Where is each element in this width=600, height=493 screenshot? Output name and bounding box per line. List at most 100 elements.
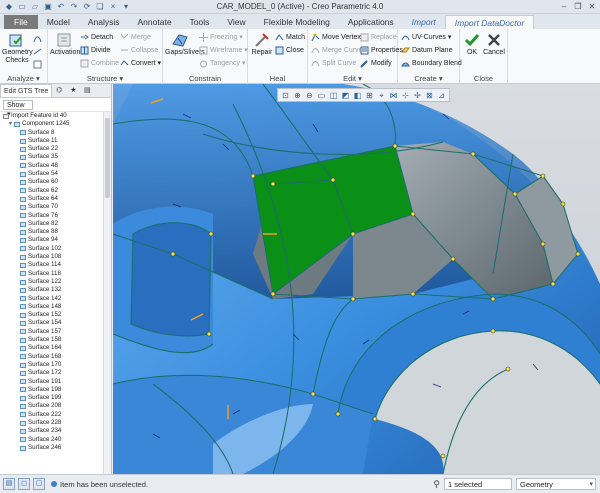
tab-flexible-modeling[interactable]: Flexible Modeling: [255, 15, 339, 29]
replace-button[interactable]: Replace: [360, 32, 397, 43]
tab-import[interactable]: Import: [403, 15, 445, 29]
tree-surface-item[interactable]: Surface 246: [0, 444, 104, 452]
tree-surface-item[interactable]: Surface 208: [0, 402, 104, 410]
convert-button[interactable]: Convert ▾: [120, 58, 161, 69]
tree-surface-item[interactable]: Surface 122: [0, 278, 104, 286]
tree-surface-item[interactable]: Surface 88: [0, 228, 104, 236]
windows-icon[interactable]: ❑: [95, 2, 105, 12]
cancel-button[interactable]: Cancel: [483, 32, 505, 57]
tree-surface-item[interactable]: Surface 228: [0, 419, 104, 427]
reorient-icon[interactable]: ◫: [328, 90, 339, 101]
merge-button[interactable]: Merge: [120, 32, 151, 43]
tree-surface-item[interactable]: Surface 142: [0, 295, 104, 303]
tree-surface-item[interactable]: Surface 164: [0, 344, 104, 352]
csys-display-icon[interactable]: ⊿: [436, 90, 447, 101]
model-tree-toggle-icon[interactable]: ▤: [3, 478, 15, 490]
close-window-icon[interactable]: ×: [108, 2, 118, 12]
wireframe-button[interactable]: Wireframe ▾: [199, 45, 248, 56]
tree-surface-item[interactable]: Surface 170: [0, 361, 104, 369]
merge-curves-button[interactable]: Merge Curves: [311, 45, 366, 56]
car-model-viewport[interactable]: [113, 84, 600, 474]
selection-filter-dropdown[interactable]: Geometry: [516, 478, 596, 490]
tangency-button[interactable]: Tangency ▾: [199, 58, 245, 69]
tree-surface-item[interactable]: Surface 22: [0, 145, 104, 153]
geometry-checks-button[interactable]: Geometry Checks: [2, 32, 33, 65]
view-manager-icon[interactable]: ⊞: [364, 90, 375, 101]
tree-surface-item[interactable]: Surface 108: [0, 253, 104, 261]
datum-display-icon[interactable]: ⋈: [388, 90, 399, 101]
tree-surface-item[interactable]: Surface 158: [0, 336, 104, 344]
spin-center-icon[interactable]: ✢: [412, 90, 423, 101]
tab-import-datadoctor[interactable]: Import DataDoctor: [444, 15, 535, 29]
tab-edit-gts-tree[interactable]: Edit GTS Tree: [0, 84, 53, 97]
tree-surface-item[interactable]: Surface 60: [0, 178, 104, 186]
tree-surface-item[interactable]: Surface 70: [0, 203, 104, 211]
layers-icon[interactable]: ▤: [80, 84, 94, 97]
tree-surface-item[interactable]: Surface 35: [0, 153, 104, 161]
zoom-in-icon[interactable]: ⊕: [292, 90, 303, 101]
tree-surface-item[interactable]: Surface 102: [0, 245, 104, 253]
tree-surface-item[interactable]: Surface 11: [0, 137, 104, 145]
analyze-tool-1[interactable]: [33, 33, 42, 44]
tree-surface-item[interactable]: Surface 222: [0, 411, 104, 419]
tree-surface-item[interactable]: Surface 148: [0, 303, 104, 311]
boundary-blend-button[interactable]: Boundary Blend: [401, 58, 462, 69]
tab-analysis[interactable]: Analysis: [79, 15, 129, 29]
point-display-icon[interactable]: ⊠: [424, 90, 435, 101]
modify-button[interactable]: Modify: [360, 58, 392, 69]
side-recess[interactable]: [131, 222, 211, 336]
display-style-icon[interactable]: ◧: [352, 90, 363, 101]
tree-surface-item[interactable]: Surface 94: [0, 236, 104, 244]
repaint-icon[interactable]: ▭: [316, 90, 327, 101]
tree-surface-item[interactable]: Surface 152: [0, 311, 104, 319]
match-button[interactable]: Match: [275, 32, 305, 43]
tab-view[interactable]: View: [218, 15, 254, 29]
analyze-tool-3[interactable]: [33, 59, 42, 70]
heal-close-button[interactable]: Close: [275, 45, 304, 56]
tree-root-item[interactable]: Import Feature id 40: [0, 112, 104, 120]
browser-toggle-icon[interactable]: ◻: [18, 478, 30, 490]
tree-surface-item[interactable]: Surface 191: [0, 378, 104, 386]
tree-surface-item[interactable]: Surface 240: [0, 436, 104, 444]
open-icon[interactable]: ▱: [30, 2, 40, 12]
annotation-display-icon[interactable]: ⊹: [400, 90, 411, 101]
selection-filter-icon[interactable]: ⚲: [433, 479, 440, 490]
gaps-slivers-button[interactable]: Gaps/Slivers: [165, 32, 205, 57]
tree-surface-item[interactable]: Surface 82: [0, 220, 104, 228]
refit-icon[interactable]: ⊡: [280, 90, 291, 101]
tree-surface-item[interactable]: Surface 76: [0, 212, 104, 220]
regenerate-icon[interactable]: ⟳: [82, 2, 92, 12]
tree-surface-item[interactable]: Surface 154: [0, 319, 104, 327]
maximize-button[interactable]: ❐: [572, 1, 584, 12]
activation-button[interactable]: Activation: [50, 32, 80, 57]
tab-annotate[interactable]: Annotate: [129, 15, 181, 29]
selection-count[interactable]: 1 selected: [444, 478, 512, 490]
saved-views-icon[interactable]: ◩: [340, 90, 351, 101]
tree-surface-item[interactable]: Surface 199: [0, 394, 104, 402]
new-icon[interactable]: ▭: [17, 2, 27, 12]
divide-button[interactable]: Divide: [80, 45, 110, 56]
tree-surface-item[interactable]: Surface 8: [0, 129, 104, 137]
minimize-button[interactable]: –: [558, 1, 570, 12]
repair-button[interactable]: Repair: [250, 32, 274, 57]
fullscreen-icon[interactable]: ▢: [33, 478, 45, 490]
combine-button[interactable]: Combine: [80, 58, 119, 69]
collapse-button[interactable]: Collapse: [120, 45, 158, 56]
split-curve-button[interactable]: Split Curve: [311, 58, 356, 69]
datum-plane-button[interactable]: Datum Plane: [401, 45, 452, 56]
tree-surface-item[interactable]: Surface 54: [0, 170, 104, 178]
folder-browser-icon[interactable]: ⌬: [52, 84, 66, 97]
tree-component-item[interactable]: ▾ Component 1245: [0, 120, 104, 128]
tab-model[interactable]: Model: [38, 15, 79, 29]
customize-icon[interactable]: ▾: [121, 2, 131, 12]
tree-surface-item[interactable]: Surface 114: [0, 261, 104, 269]
tree-surface-item[interactable]: Surface 48: [0, 162, 104, 170]
tree-surface-item[interactable]: Surface 234: [0, 427, 104, 435]
tree-surface-item[interactable]: Surface 157: [0, 328, 104, 336]
favorites-icon[interactable]: ★: [66, 84, 80, 97]
tab-file[interactable]: File: [4, 15, 38, 29]
tree-scrollbar[interactable]: [103, 112, 111, 474]
tree-surface-item[interactable]: Surface 132: [0, 286, 104, 294]
show-dropdown[interactable]: Show ▾: [3, 99, 33, 118]
tree-surface-item[interactable]: Surface 118: [0, 270, 104, 278]
